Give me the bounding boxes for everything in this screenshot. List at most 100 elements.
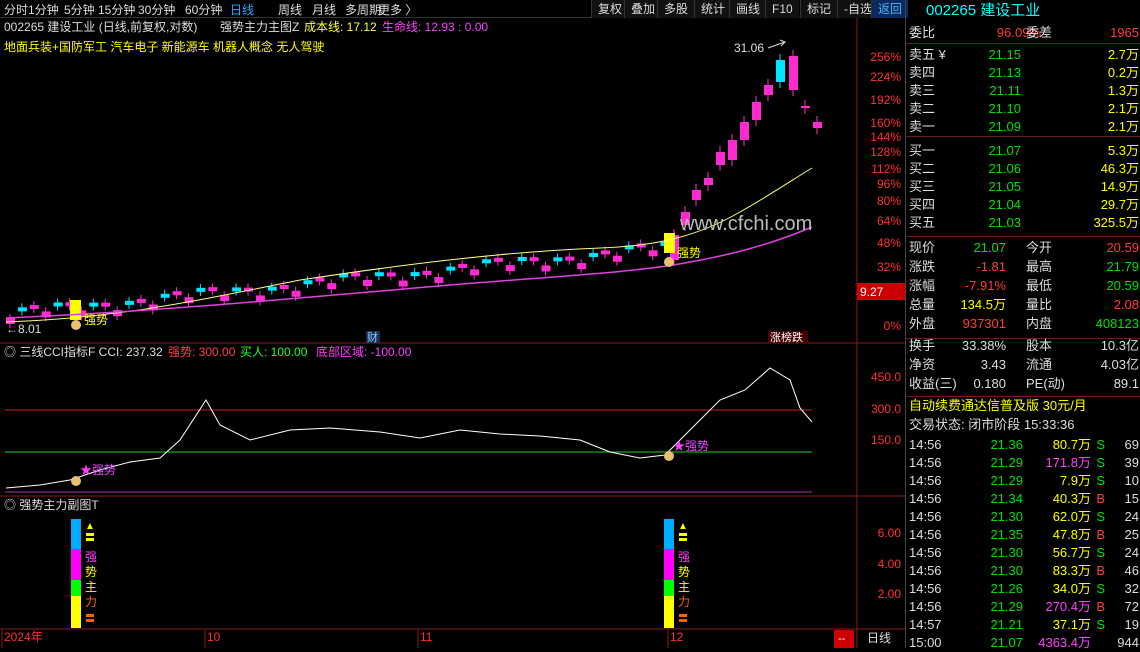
cell: 56.7万: [1052, 545, 1091, 560]
cell: 46: [1124, 563, 1139, 578]
period-tab-9[interactable]: 多周期: [345, 1, 381, 18]
candle-body: [565, 256, 575, 261]
cell: 14.9万: [1100, 179, 1139, 194]
kline-chart[interactable]: 002265 建设工业 (日线,前复权,对数) 强势主力主图Z 成本线: 17.12…: [0, 18, 905, 648]
period-tab-4[interactable]: 30分钟: [138, 1, 175, 18]
cell: 卖三: [909, 83, 936, 98]
cell: 买二: [909, 161, 936, 176]
period-tab-7[interactable]: 周线: [278, 1, 302, 18]
cell: 21.29: [990, 455, 1023, 470]
cci-bottom: 底部区域: -100.00: [316, 344, 412, 359]
candle-body: [196, 287, 206, 292]
cell: 15:00: [909, 635, 942, 650]
cell: 21.04: [988, 197, 1021, 212]
strength-char: 势: [85, 565, 97, 579]
candle-body: [125, 300, 134, 305]
strength-char: 主: [85, 580, 97, 594]
cell: 3.43: [980, 357, 1006, 372]
toolbar-button-8[interactable]: 返回: [871, 0, 909, 18]
bid-row-1: 买二 21.06 46.3万: [906, 160, 1140, 178]
bar-marker: 〓: [678, 614, 688, 625]
cell: 1.3万: [1107, 83, 1139, 98]
cell: 5.3万: [1107, 143, 1139, 158]
cell: 买一: [909, 143, 936, 158]
period-tab-6[interactable]: 日线: [230, 1, 254, 18]
high-arrow: [767, 39, 787, 49]
tick-row-7: 14:56 21.30 83.3万 B 46: [906, 562, 1140, 580]
period-tab-3[interactable]: 15分钟: [98, 1, 135, 18]
stat2-row-2: 收益(三) 0.180 PE(动) 89.1: [906, 375, 1140, 393]
bar-marker: 〓: [85, 614, 95, 625]
bid-row-0: 买一 21.07 5.3万: [906, 142, 1140, 160]
toolbar-button-5[interactable]: F10: [765, 0, 799, 18]
cell: 14:56: [909, 473, 942, 488]
watermark: www.cfchi.com: [679, 213, 812, 235]
candle-body: [386, 272, 396, 277]
cell: 流通: [1026, 357, 1053, 372]
candle-body: [17, 307, 27, 312]
candle-body: [101, 302, 111, 307]
signal-label-1: 强势: [84, 313, 108, 327]
price-tag: 9.27: [860, 285, 884, 299]
toolbar-button-4[interactable]: 画线: [729, 0, 767, 18]
toolbar-button-0[interactable]: 复权: [591, 0, 629, 18]
cell: 19: [1124, 617, 1139, 632]
cell: 937301: [962, 316, 1006, 331]
quote-panel: 002265 建设工业 委比 96.09% 委差 1965 卖五 ¥21.15 2.7万 卖四…: [905, 0, 1140, 650]
cell: 21.10: [988, 101, 1021, 116]
toolbar-button-3[interactable]: 统计: [694, 0, 732, 18]
cell: 最高: [1026, 259, 1053, 274]
cell: 21.06: [988, 161, 1021, 176]
y-axis-label: 64%: [877, 214, 901, 228]
moneybag-icon: [664, 257, 674, 267]
promo-row: 自动续费通达信普及版 30元/月: [906, 397, 1140, 415]
zhangbang-label: 涨榜跌: [770, 330, 803, 344]
stat-row-3: 总量 134.5万 量比 2.08: [906, 296, 1140, 314]
candle-body: [589, 252, 599, 257]
cell: 14:56: [909, 455, 942, 470]
candle-body: [553, 257, 563, 262]
tick-row-9: 14:56 21.29 270.4万 B 72: [906, 598, 1140, 616]
stock-name: 002265 建设工业: [926, 2, 1041, 19]
ask-row-4: 卖一 21.09 2.1万: [906, 118, 1140, 136]
strength-bar-segment: [71, 549, 81, 580]
ask-row-2: 卖三 21.11 1.3万: [906, 82, 1140, 100]
cell: S: [1096, 581, 1105, 596]
low-price-label: ←8.01: [6, 322, 42, 336]
period-tab-8[interactable]: 月线: [312, 1, 336, 18]
candle-body: [776, 60, 785, 82]
tick-row-0: 14:56 21.36 80.7万 S 69: [906, 436, 1140, 454]
candle-body: [740, 122, 749, 140]
cci-title: ◎ 三线CCI指标F CCI: 237.32: [4, 344, 163, 359]
cell: 33.38%: [961, 338, 1006, 353]
cell: B: [1096, 527, 1105, 542]
cell: 46.3万: [1100, 161, 1139, 176]
cell: 21.34: [990, 491, 1023, 506]
toolbar-button-2[interactable]: 多股: [657, 0, 695, 18]
period-tab-10[interactable]: 更多 〉: [378, 1, 417, 18]
cell: S: [1096, 455, 1105, 470]
cell: 卖四: [909, 65, 936, 80]
signal-bar: [664, 233, 675, 253]
cell: S: [1096, 617, 1105, 632]
cell: 21.79: [1106, 259, 1139, 274]
period-tab-5[interactable]: 60分钟: [185, 1, 222, 18]
toolbar-button-6[interactable]: 标记: [800, 0, 838, 18]
period-tab-0[interactable]: 分时: [4, 1, 28, 18]
cell: 21.07: [988, 143, 1021, 158]
toolbar-button-1[interactable]: 叠加: [624, 0, 662, 18]
cell: 69: [1124, 437, 1139, 452]
period-tab-1[interactable]: 1分钟: [28, 1, 59, 18]
period-tab-2[interactable]: 5分钟: [64, 1, 95, 18]
cell: 14:56: [909, 581, 942, 596]
cell: 交易状态: 闭市阶段 15:33:36: [909, 417, 1075, 432]
stat-row-1: 涨跌 -1.81 最高 21.79: [906, 258, 1140, 276]
candle-body: [136, 298, 146, 303]
tick-row-10: 14:57 21.21 37.1万 S 19: [906, 616, 1140, 634]
candle-body: [612, 255, 622, 262]
candle-body: [517, 256, 527, 261]
cell: 21.05: [988, 179, 1021, 194]
tick-row-3: 14:56 21.34 40.3万 B 15: [906, 490, 1140, 508]
cell: 24: [1124, 509, 1139, 524]
candle-body: [315, 277, 325, 282]
